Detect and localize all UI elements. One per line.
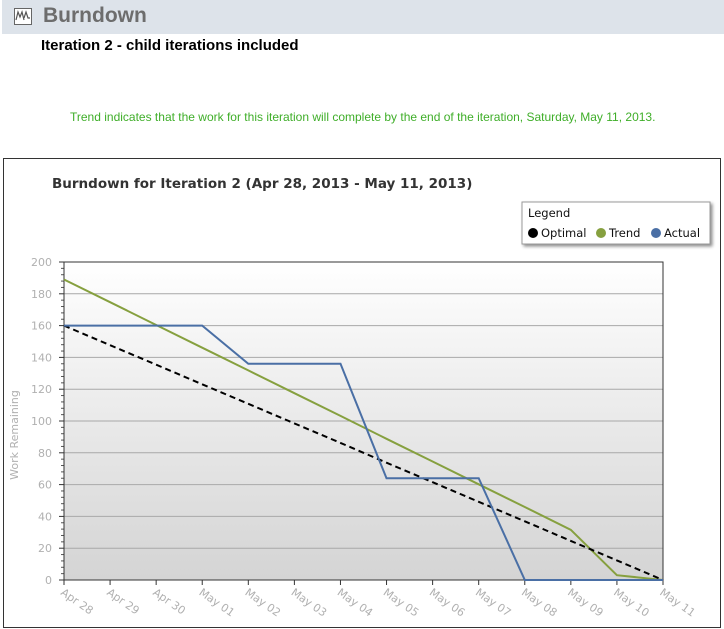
y-tick-label: 40 [38,510,52,523]
y-tick-label: 60 [38,479,52,492]
x-tick-label: May 08 [519,586,559,620]
legend-trend-label: Trend [608,226,640,240]
x-tick-label: May 09 [565,586,605,620]
legend: Legend Optimal Trend Actual [521,201,711,245]
x-tick-label: Apr 28 [58,586,95,618]
x-tick-label: May 07 [473,586,513,620]
y-axis-label: Work Remaining [8,390,21,480]
legend-optimal-label: Optimal [541,226,587,240]
y-tick-label: 0 [45,574,52,587]
plot-area: 0 20 40 60 80 100 120 140 160 180 200 Apr 28 Apr 29 A… [31,256,698,620]
x-tick-label: May 04 [335,586,375,620]
y-tick-label: 180 [31,288,52,301]
y-tick-label: 160 [31,320,52,333]
y-tick-label: 100 [31,415,52,428]
page-header: Burndown [2,0,724,34]
x-tick-label: Apr 30 [150,586,187,618]
chart-icon [14,8,32,25]
x-tick-label: May 03 [289,586,329,620]
legend-title: Legend [528,206,570,220]
x-tick-label: May 11 [657,586,697,620]
y-tick-label: 80 [38,447,52,460]
y-tick-label: 120 [31,383,52,396]
x-tick-label: May 05 [381,586,421,620]
legend-optimal-marker [528,228,538,238]
iteration-subtitle: Iteration 2 - child iterations included [41,37,299,54]
trend-message: Trend indicates that the work for this i… [70,110,656,124]
y-tick-label: 200 [31,256,52,269]
chart-title: Burndown for Iteration 2 (Apr 28, 2013 -… [52,176,472,192]
legend-trend-marker [596,228,606,238]
page-title: Burndown [43,4,147,27]
x-tick-label: May 02 [243,586,283,620]
x-tick-label: May 06 [427,586,467,620]
y-tick-label: 20 [38,542,52,555]
legend-actual-marker [651,228,661,238]
y-tick-label: 140 [31,351,52,364]
x-tick-label: Apr 29 [104,586,141,618]
burndown-chart: Burndown for Iteration 2 (Apr 28, 2013 -… [3,158,721,628]
legend-actual-label: Actual [664,226,700,240]
chart-svg: Burndown for Iteration 2 (Apr 28, 2013 -… [8,176,711,620]
x-tick-label: May 10 [611,586,651,620]
x-tick-label: May 01 [197,586,237,620]
